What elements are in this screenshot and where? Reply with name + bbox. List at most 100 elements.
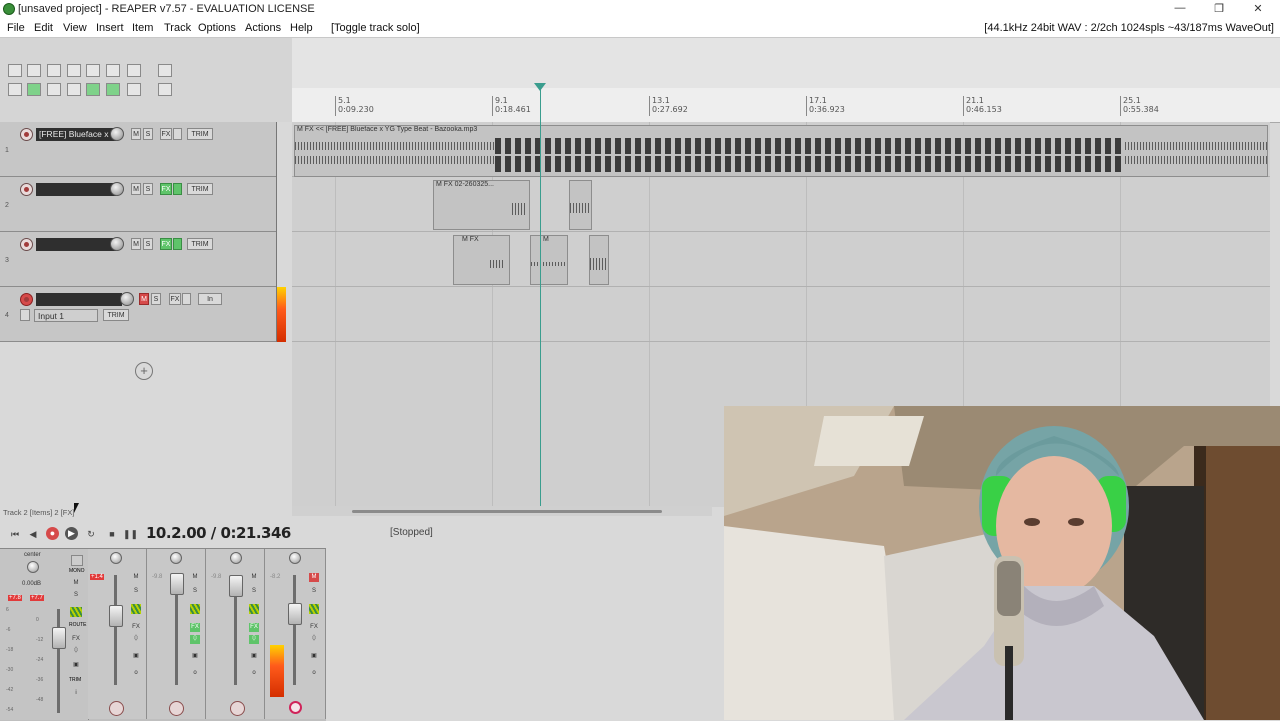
io-icon[interactable]: ▣ [309,652,319,661]
solo-button[interactable]: S [249,587,259,596]
volume-knob[interactable] [110,182,124,196]
redo-icon[interactable] [106,64,120,77]
pencil-icon[interactable] [158,83,172,96]
channel-pan-knob[interactable] [289,552,301,564]
info-icon[interactable]: o [309,669,319,678]
io-icon[interactable]: ▣ [131,652,141,661]
record-arm-button[interactable] [20,238,33,251]
mute-button[interactable]: M [131,238,141,250]
channel-rec-arm-icon[interactable] [109,701,124,716]
input-monitor-button[interactable]: In [198,293,222,305]
solo-button[interactable]: S [131,587,141,596]
media-item-vocal-5[interactable] [589,235,609,285]
track-row-3[interactable]: 3 M S FX TRIM [0,232,276,287]
mute-button[interactable]: M [131,183,141,195]
close-button[interactable]: ✕ [1248,2,1268,17]
add-track-icon[interactable]: + [135,362,153,380]
menu-actions[interactable]: Actions [245,22,281,34]
fx-button[interactable]: FX [160,183,172,195]
track-row-4[interactable]: 4 M S FX In Input 1 TRIM [0,287,276,342]
snap-icon[interactable] [86,83,100,96]
menu-track[interactable]: Track [164,22,191,34]
track-name-field[interactable]: [FREE] Blueface x [36,128,116,141]
channel-fader[interactable] [109,605,123,627]
repeat-icon[interactable]: ↻ [84,527,98,541]
env-icon[interactable] [249,604,259,614]
master-solo-button[interactable]: S [71,591,81,600]
info-icon[interactable]: o [249,669,259,678]
solo-button[interactable]: S [190,587,200,596]
solo-button[interactable]: S [151,293,161,305]
menu-item[interactable]: Item [132,22,153,34]
menu-help[interactable]: Help [290,22,313,34]
undo-icon[interactable] [86,64,100,77]
env-icon[interactable] [190,604,200,614]
fx-button[interactable]: FX [249,623,259,632]
play-icon[interactable]: ▶ [65,527,78,540]
stop-icon[interactable]: ■ [105,527,119,541]
media-item-vocal-3[interactable]: M FX [453,235,510,285]
channel-fader[interactable] [170,573,184,595]
loop-icon[interactable] [106,83,120,96]
channel-rec-arm-icon[interactable] [230,701,245,716]
track-name-field[interactable] [36,183,116,196]
master-fx-button[interactable]: FX [71,635,81,644]
media-item-beat[interactable]: M FX << [FREE] Blueface x YG Type Beat -… [294,125,1268,177]
solo-button[interactable]: S [143,183,153,195]
menu-insert[interactable]: Insert [96,22,124,34]
trim-button[interactable]: TRIM [187,128,213,140]
fx-button[interactable]: FX [190,623,200,632]
menu-file[interactable]: File [7,22,25,34]
fx-button[interactable]: FX [169,293,181,305]
track-lane-3[interactable] [292,232,1270,287]
maximize-button[interactable]: ❐ [1209,2,1229,17]
fx-button[interactable]: FX [131,623,141,632]
channel-pan-knob[interactable] [170,552,182,564]
timeline-ruler[interactable]: 5.1 0:09.230 9.1 0:18.461 13.1 0:27.692 17.… [292,88,1280,123]
record-arm-button[interactable] [20,293,33,306]
volume-knob[interactable] [110,237,124,251]
record-icon[interactable]: ● [46,527,59,540]
metronome-icon[interactable] [127,64,141,77]
phase-icon[interactable]: ⏀ [131,635,141,644]
phase-icon[interactable]: ⏀ [309,635,319,644]
scrollbar-thumb[interactable] [352,510,662,513]
menu-view[interactable]: View [63,22,87,34]
track-row-2[interactable]: 2 M S FX TRIM [0,177,276,232]
track-row-1[interactable]: 1 [FREE] Blueface x M S FX TRIM [0,122,276,177]
mute-button[interactable]: M [309,573,319,582]
channel-pan-knob[interactable] [230,552,242,564]
pause-icon[interactable]: ❚❚ [123,527,138,541]
project-settings-icon[interactable] [67,64,81,77]
track-name-field[interactable] [36,238,116,251]
phase-button[interactable] [173,128,182,140]
env-icon[interactable] [309,604,319,614]
solo-button[interactable]: S [309,587,319,596]
media-item-vocal-2[interactable] [569,180,592,230]
menu-toggle-track-solo[interactable]: [Toggle track solo] [331,22,420,34]
master-trim-button[interactable]: TRIM [69,677,81,683]
auto-crossfade-icon[interactable] [27,83,41,96]
record-arm-button[interactable] [20,183,33,196]
minimize-button[interactable]: — [1170,2,1190,17]
master-fader[interactable] [52,627,66,649]
info-icon[interactable]: o [190,669,200,678]
mono-button[interactable]: MONO [69,568,85,574]
phase-button[interactable] [173,238,182,250]
master-io-icon[interactable]: ▣ [71,661,81,670]
volume-knob[interactable] [120,292,134,306]
input-select[interactable]: Input 1 [34,309,98,322]
record-arm-button[interactable] [20,128,33,141]
master-pan-knob[interactable] [27,561,39,573]
track-name-field[interactable] [36,293,122,306]
media-item-vocal-4[interactable]: M [530,235,568,285]
mute-button[interactable]: M [249,573,259,582]
channel-pan-knob[interactable] [110,552,122,564]
env-icon[interactable] [131,604,141,614]
channel-fader[interactable] [229,575,243,597]
menu-options[interactable]: Options [198,22,236,34]
new-project-icon[interactable] [8,64,22,77]
mute-button[interactable]: M [131,128,141,140]
mute-button[interactable]: M [139,293,149,305]
master-mute-button[interactable]: M [71,579,81,588]
